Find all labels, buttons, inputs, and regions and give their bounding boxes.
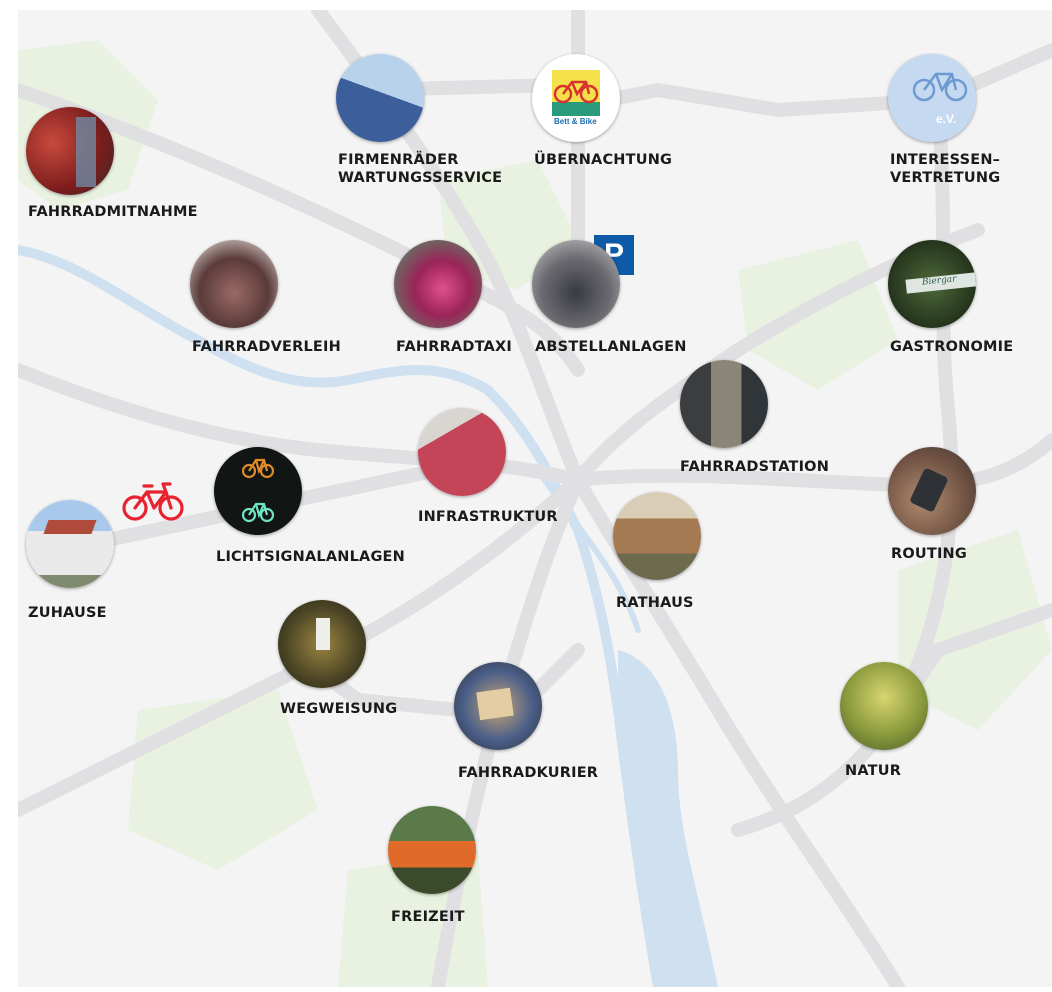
label-zuhause: ZUHAUSE [28,605,107,621]
traffic-light-green-bike-icon [242,502,274,523]
label-abstellanlagen: ABSTELLANLAGEN [535,339,687,355]
traffic-light-amber-bike-icon [242,458,274,479]
label-routing: ROUTING [891,546,967,562]
gastronomie-photo: Biergar [888,240,976,328]
fahrradkurier-photo [454,662,542,750]
label-rathaus: RATHAUS [616,595,694,611]
bett-bike-logo: Bett & Bike [532,54,620,142]
wegweisung-photo [278,600,366,688]
label-gastronomie: GASTRONOMIE [890,339,1014,355]
label-uebernachtung: ÜBERNACHTUNG [534,152,673,168]
label-natur: NATUR [845,763,902,779]
fahrradstation-photo [680,360,768,448]
abstellanlagen-photo [532,240,620,328]
fahrradverleih-photo [190,240,278,328]
ev-bicycle-icon [912,72,968,102]
rathaus-photo [613,492,701,580]
fahrradmitnahme-photo [26,107,114,195]
lichtsignalanlagen-photo [214,447,302,535]
freizeit-photo [388,806,476,894]
routing-photo [888,447,976,535]
interessenvertretung-logo: e.V. [888,54,976,142]
firmenraeder-photo [336,54,424,142]
zuhause-photo [26,500,114,588]
label-infrastruktur: INFRASTRUKTUR [418,509,558,525]
label-fahrradmitnahme: FAHRRADMITNAHME [28,204,198,220]
label-interessenvertretung: INTERESSEN– VERTRETUNG [890,152,1001,186]
bicycle-icon [122,482,184,521]
label-fahrradtaxi: FAHRRADTAXI [396,339,512,355]
label-freizeit: FREIZEIT [391,909,465,925]
label-fahrradverleih: FAHRRADVERLEIH [192,339,341,355]
ev-text: e.V. [936,112,957,126]
label-fahrradstation: FAHRRADSTATION [680,459,830,475]
fahrradtaxi-photo [394,240,482,328]
bett-bike-text: Bett & Bike [554,117,597,126]
natur-photo [840,662,928,750]
label-lichtsignalanlagen: LICHTSIGNALANLAGEN [216,549,405,565]
city-map: P FAHRRADMITNAHME FIRMENRÄDER WARTUNGSSE… [0,0,1052,992]
bett-bike-bicycle-icon [553,80,599,104]
label-fahrradkurier: FAHRRADKURIER [458,765,599,781]
label-wegweisung: WEGWEISUNG [280,701,398,717]
label-firmenraeder: FIRMENRÄDER WARTUNGSSERVICE [338,152,503,186]
infrastruktur-photo [418,408,506,496]
